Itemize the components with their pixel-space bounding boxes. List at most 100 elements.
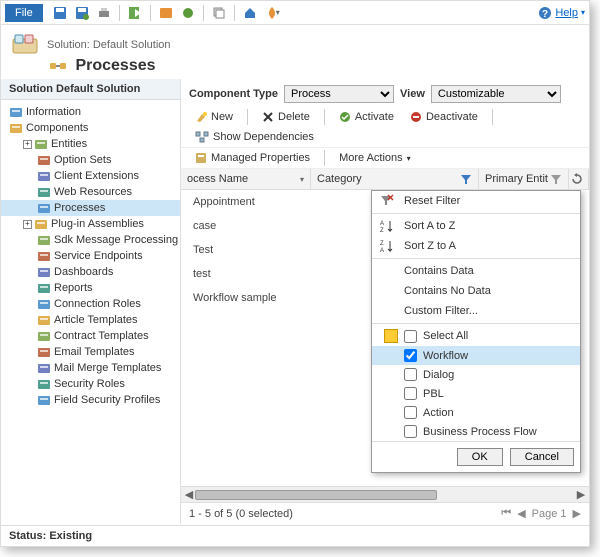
tree-node-icon — [37, 185, 51, 199]
tree-item-mail-merge-templates[interactable]: Mail Merge Templates — [1, 360, 180, 376]
tree-item-service-endpoints[interactable]: Service Endpoints — [1, 248, 180, 264]
solution-icon — [11, 31, 39, 59]
tree-item-label: Client Extensions — [54, 170, 139, 182]
expander-icon[interactable]: + — [23, 140, 32, 149]
scroll-thumb[interactable] — [195, 490, 437, 500]
tree-item-label: Service Endpoints — [54, 250, 143, 262]
show-dependencies-button[interactable]: Show Dependencies — [189, 129, 320, 145]
tree-item-label: Sdk Message Processing S... — [54, 234, 180, 246]
contains-data-item[interactable]: Contains Data — [372, 261, 580, 281]
filter-option-checkbox[interactable] — [404, 387, 417, 400]
svg-text:A: A — [380, 248, 384, 253]
pager-first-icon[interactable]: ⏮ — [501, 507, 511, 520]
sort-za-item[interactable]: ZA Sort Z to A — [372, 236, 580, 256]
tree-node-icon — [37, 281, 51, 295]
tree-item-field-security-profiles[interactable]: Field Security Profiles — [1, 392, 180, 408]
filter-active-icon — [460, 173, 472, 185]
tree-node-icon — [9, 105, 23, 119]
view-select[interactable]: Customizable — [431, 85, 561, 103]
tree-item-contract-templates[interactable]: Contract Templates — [1, 328, 180, 344]
filter-icon — [550, 173, 562, 185]
clone-icon[interactable] — [211, 5, 227, 21]
home-icon[interactable] — [242, 5, 258, 21]
left-panel-title: Solution Default Solution — [1, 79, 180, 100]
new-button[interactable]: New — [189, 109, 239, 125]
pager-prev-icon[interactable]: ◀ — [517, 507, 525, 520]
tree-item-option-sets[interactable]: Option Sets — [1, 152, 180, 168]
tree-node-icon — [9, 121, 23, 135]
expander-icon[interactable]: + — [23, 220, 32, 229]
scroll-left-arrow[interactable]: ◀ — [183, 488, 195, 501]
tree-item-sdk-message-processing-s-[interactable]: Sdk Message Processing S... — [1, 232, 180, 248]
print-icon[interactable] — [96, 5, 112, 21]
refresh-column[interactable] — [569, 169, 589, 189]
tree-item-article-templates[interactable]: Article Templates — [1, 312, 180, 328]
component-type-select[interactable]: Process — [284, 85, 394, 103]
tree-item-entities[interactable]: +Entities — [1, 136, 180, 152]
export-icon[interactable] — [127, 5, 143, 21]
pager-page-label: Page 1 — [532, 508, 567, 520]
select-all-checkbox[interactable] — [404, 330, 417, 343]
deactivate-button[interactable]: Deactivate — [404, 109, 484, 125]
filter-option-dialog[interactable]: Dialog — [372, 365, 580, 384]
filter-option-checkbox[interactable] — [404, 425, 417, 438]
tree-item-label: Dashboards — [54, 266, 113, 278]
tree-item-client-extensions[interactable]: Client Extensions — [1, 168, 180, 184]
actions-icon[interactable]: ▾ — [264, 5, 280, 21]
filter-option-label: PBL — [423, 388, 444, 400]
publish-icon[interactable] — [180, 5, 196, 21]
filter-option-label: Dialog — [423, 369, 454, 381]
pager-next-icon[interactable]: ▶ — [573, 507, 581, 520]
sort-az-icon: AZ — [380, 219, 394, 233]
filter-option-workflow[interactable]: Workflow — [372, 346, 580, 365]
save-icon[interactable] — [52, 5, 68, 21]
filter-option-checkbox[interactable] — [404, 406, 417, 419]
tree-item-connection-roles[interactable]: Connection Roles — [1, 296, 180, 312]
sort-az-item[interactable]: AZ Sort A to Z — [372, 216, 580, 236]
tree-item-dashboards[interactable]: Dashboards — [1, 264, 180, 280]
tree-item-information[interactable]: Information — [1, 104, 180, 120]
column-category[interactable]: Category — [311, 169, 479, 189]
column-name[interactable]: ocess Name▾ — [181, 169, 311, 189]
help-link[interactable]: ? Help ▾ — [538, 6, 585, 20]
select-all-indicator — [384, 329, 398, 343]
filter-option-action[interactable]: Action — [372, 403, 580, 422]
reset-filter-item[interactable]: Reset Filter — [372, 191, 580, 211]
delete-button[interactable]: Delete — [256, 109, 316, 125]
tree-item-plug-in-assemblies[interactable]: +Plug-in Assemblies — [1, 216, 180, 232]
tree-node-icon — [37, 265, 51, 279]
tree-node-icon — [37, 249, 51, 263]
column-primary-entity[interactable]: Primary Entit — [479, 169, 569, 189]
help-icon: ? — [538, 6, 552, 20]
filter-ok-button[interactable]: OK — [457, 448, 503, 466]
tree-item-label: Processes — [54, 202, 105, 214]
horizontal-scrollbar[interactable]: ◀ ▶ — [181, 486, 589, 502]
tree-item-label: Mail Merge Templates — [54, 362, 161, 374]
managed-properties-button[interactable]: Managed Properties — [189, 150, 316, 166]
translate-icon[interactable] — [158, 5, 174, 21]
tree-item-reports[interactable]: Reports — [1, 280, 180, 296]
filter-option-business-process-flow[interactable]: Business Process Flow — [372, 422, 580, 441]
page-title: Processes — [1, 57, 589, 75]
tree-item-components[interactable]: Components — [1, 120, 180, 136]
activate-button[interactable]: Activate — [333, 109, 400, 125]
tree-item-security-roles[interactable]: Security Roles — [1, 376, 180, 392]
filter-option-pbl[interactable]: PBL — [372, 384, 580, 403]
tree-node-icon — [37, 153, 51, 167]
custom-filter-item[interactable]: Custom Filter... — [372, 301, 580, 321]
tree-item-processes[interactable]: Processes — [1, 200, 180, 216]
save-close-icon[interactable] — [74, 5, 90, 21]
file-menu-button[interactable]: File — [5, 4, 43, 22]
contains-no-data-item[interactable]: Contains No Data — [372, 281, 580, 301]
tree-node-icon — [37, 377, 51, 391]
filter-option-checkbox[interactable] — [404, 368, 417, 381]
tree-item-label: Email Templates — [54, 346, 135, 358]
filter-cancel-button[interactable]: Cancel — [510, 448, 574, 466]
tree-item-web-resources[interactable]: Web Resources — [1, 184, 180, 200]
filter-option-checkbox[interactable] — [404, 349, 417, 362]
scroll-right-arrow[interactable]: ▶ — [575, 488, 587, 501]
svg-text:?: ? — [542, 9, 548, 20]
tree-node-icon — [34, 217, 48, 231]
more-actions-button[interactable]: More Actions ▾ — [333, 150, 417, 166]
tree-item-email-templates[interactable]: Email Templates — [1, 344, 180, 360]
